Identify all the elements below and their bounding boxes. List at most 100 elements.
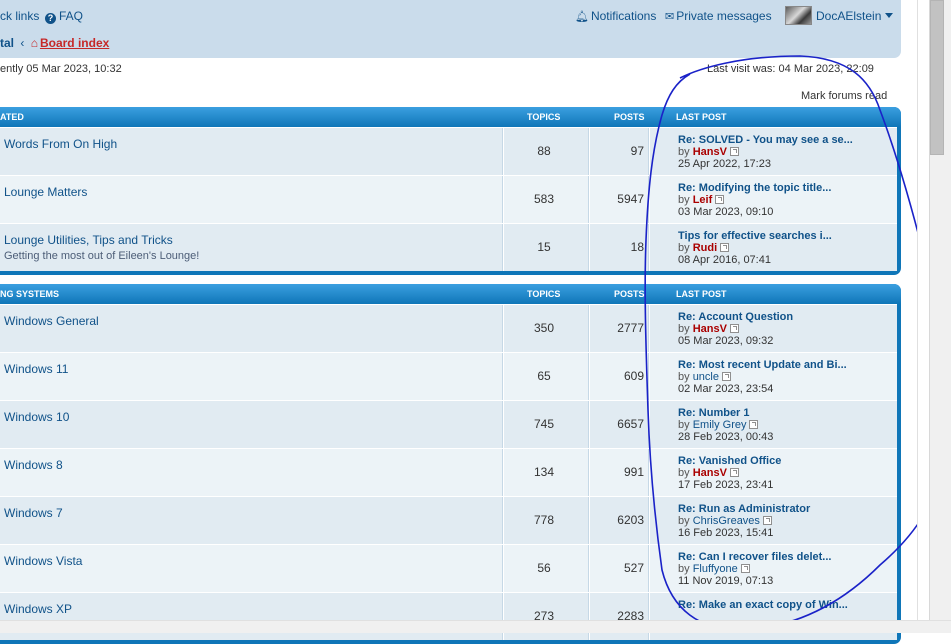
current-time-text: ently 05 Mar 2023, 10:32: [0, 63, 122, 75]
last-post-cell: Re: SOLVED - You may see a se... by HansV…: [678, 134, 853, 170]
by-label: by: [678, 467, 690, 479]
go-to-last-post-icon[interactable]: [729, 468, 739, 477]
go-to-last-post-icon[interactable]: [749, 420, 759, 429]
column-divider: [648, 353, 650, 400]
topics-count: 778: [533, 513, 555, 527]
column-divider: [648, 545, 650, 592]
bell-icon: 🔔︎: [575, 11, 589, 23]
last-post-author-link[interactable]: Rudi: [693, 242, 717, 254]
last-post-title-link[interactable]: Re: SOLVED - You may see a se...: [678, 134, 853, 146]
board-index-link[interactable]: Board index: [40, 36, 109, 50]
forum-title-link[interactable]: Windows General: [4, 314, 99, 328]
faq-label: FAQ: [59, 9, 84, 23]
last-post-title-link[interactable]: Re: Vanished Office: [678, 455, 781, 467]
go-to-last-post-icon[interactable]: [762, 516, 772, 525]
last-post-author-link[interactable]: HansV: [693, 146, 727, 158]
column-divider: [648, 128, 650, 175]
forum-title-link[interactable]: Words From On High: [4, 137, 117, 151]
go-to-last-post-icon[interactable]: [740, 564, 750, 573]
category-title[interactable]: ATED: [0, 107, 24, 127]
forum-row: Lounge Matters 583 5947 Re: Modifying the t…: [0, 175, 897, 223]
by-label: by: [678, 194, 690, 206]
posts-count: 5947: [617, 192, 644, 206]
forum-title-link[interactable]: Windows 10: [4, 410, 69, 424]
by-label: by: [678, 242, 690, 254]
column-divider: [648, 176, 650, 223]
last-post-author-link[interactable]: uncle: [693, 371, 719, 383]
breadcrumb-portal-link[interactable]: tal: [0, 36, 14, 50]
last-post-title-link[interactable]: Re: Account Question: [678, 311, 793, 323]
go-to-last-post-icon[interactable]: [720, 243, 730, 252]
posts-count: 18: [630, 240, 644, 254]
go-to-last-post-icon[interactable]: [721, 372, 731, 381]
by-label: by: [678, 419, 690, 431]
column-divider: [648, 497, 650, 544]
last-post-title-link[interactable]: Re: Most recent Update and Bi...: [678, 359, 847, 371]
last-post-author-link[interactable]: Leif: [693, 194, 713, 206]
go-to-last-post-icon[interactable]: [729, 147, 739, 156]
forum-row: Windows 10 745 6657 Re: Number 1 by Emily Gr…: [0, 400, 897, 448]
last-post-date: 17 Feb 2023, 23:41: [678, 479, 774, 491]
forum-title-link[interactable]: Windows XP: [4, 602, 72, 616]
last-post-title-link[interactable]: Re: Can I recover files delet...: [678, 551, 831, 563]
last-post-cell: Tips for effective searches i... by Rudi 0…: [678, 230, 832, 266]
avatar[interactable]: [785, 6, 812, 25]
topics-count: 350: [533, 321, 555, 335]
forum-row: Windows General 350 2777 Re: Account Questi…: [0, 304, 897, 352]
inbox-icon: ✉: [665, 11, 675, 23]
category-header: NG SYSTEMS TOPICS POSTS LAST POST: [0, 284, 901, 304]
last-post-author-link[interactable]: ChrisGreaves: [693, 515, 760, 527]
last-post-title-link[interactable]: Re: Run as Administrator: [678, 503, 810, 515]
last-post-date: 05 Mar 2023, 09:32: [678, 335, 774, 347]
category-title[interactable]: NG SYSTEMS: [0, 284, 59, 304]
faq-link[interactable]: ? FAQ: [45, 8, 83, 24]
forum-page: ck links ? FAQ 🔔︎ Notifications ✉ Private m…: [0, 0, 951, 644]
forum-title-link[interactable]: Windows 11: [4, 362, 68, 376]
forum-title-link[interactable]: Windows Vista: [4, 554, 82, 568]
posts-count: 609: [623, 369, 644, 383]
last-post-author-link[interactable]: HansV: [693, 467, 727, 479]
posts-count: 2777: [617, 321, 644, 335]
last-post-date: 28 Feb 2023, 00:43: [678, 431, 774, 443]
last-post-author-link[interactable]: Emily Grey: [693, 419, 747, 431]
by-label: by: [678, 563, 690, 575]
forum-title-link[interactable]: Windows 8: [4, 458, 63, 472]
quick-links-link[interactable]: ck links: [0, 8, 39, 24]
last-post-cell: Re: Most recent Update and Bi... by uncle…: [678, 359, 847, 395]
go-to-last-post-icon[interactable]: [715, 195, 725, 204]
by-label: by: [678, 323, 690, 335]
forum-row: Windows 8 134 991 Re: Vanished Office by Han…: [0, 448, 897, 496]
forum-title-link[interactable]: Windows 7: [4, 506, 63, 520]
posts-count: 6657: [617, 417, 644, 431]
mark-forums-read-link[interactable]: Mark forums read: [801, 90, 887, 102]
last-post-date: 08 Apr 2016, 07:41: [678, 254, 771, 266]
last-post-author-link[interactable]: Fluffyone: [693, 563, 738, 575]
horizontal-scrollbar[interactable]: [0, 620, 951, 633]
forum-title-link[interactable]: Lounge Utilities, Tips and Tricks: [4, 233, 173, 247]
forum-title-link[interactable]: Lounge Matters: [4, 185, 87, 199]
column-divider: [648, 305, 650, 352]
notifications-link[interactable]: 🔔︎ Notifications: [575, 8, 656, 25]
last-post-cell: Re: Account Question by HansV 05 Mar 2023,…: [678, 311, 793, 347]
forum-row: Lounge Utilities, Tips and Tricks Getting…: [0, 223, 897, 271]
last-post-title-link[interactable]: Tips for effective searches i...: [678, 230, 832, 242]
go-to-last-post-icon[interactable]: [729, 324, 739, 333]
notifications-label: Notifications: [590, 9, 657, 23]
last-post-title-link[interactable]: Re: Make an exact copy of Win...: [678, 599, 848, 611]
last-post-title-link[interactable]: Re: Number 1: [678, 407, 773, 419]
forum-row: Windows 11 65 609 Re: Most recent Update an…: [0, 352, 897, 400]
vertical-scrollbar[interactable]: [917, 0, 951, 620]
last-post-cell: Re: Run as Administrator by ChrisGreaves 1…: [678, 503, 810, 539]
column-divider: [648, 449, 650, 496]
topics-count: 88: [537, 144, 551, 158]
last-post-author-link[interactable]: HansV: [693, 323, 727, 335]
last-post-title-link[interactable]: Re: Modifying the topic title...: [678, 182, 831, 194]
topics-count: 134: [533, 465, 555, 479]
private-messages-link[interactable]: ✉ Private messages: [665, 8, 772, 25]
col-posts-header: POSTS: [614, 289, 645, 299]
scrollbar-thumb[interactable]: [930, 0, 944, 155]
by-label: by: [678, 371, 690, 383]
user-menu[interactable]: DocAElstein: [816, 8, 894, 24]
last-post-date: 03 Mar 2023, 09:10: [678, 206, 774, 218]
topics-count: 56: [537, 561, 551, 575]
